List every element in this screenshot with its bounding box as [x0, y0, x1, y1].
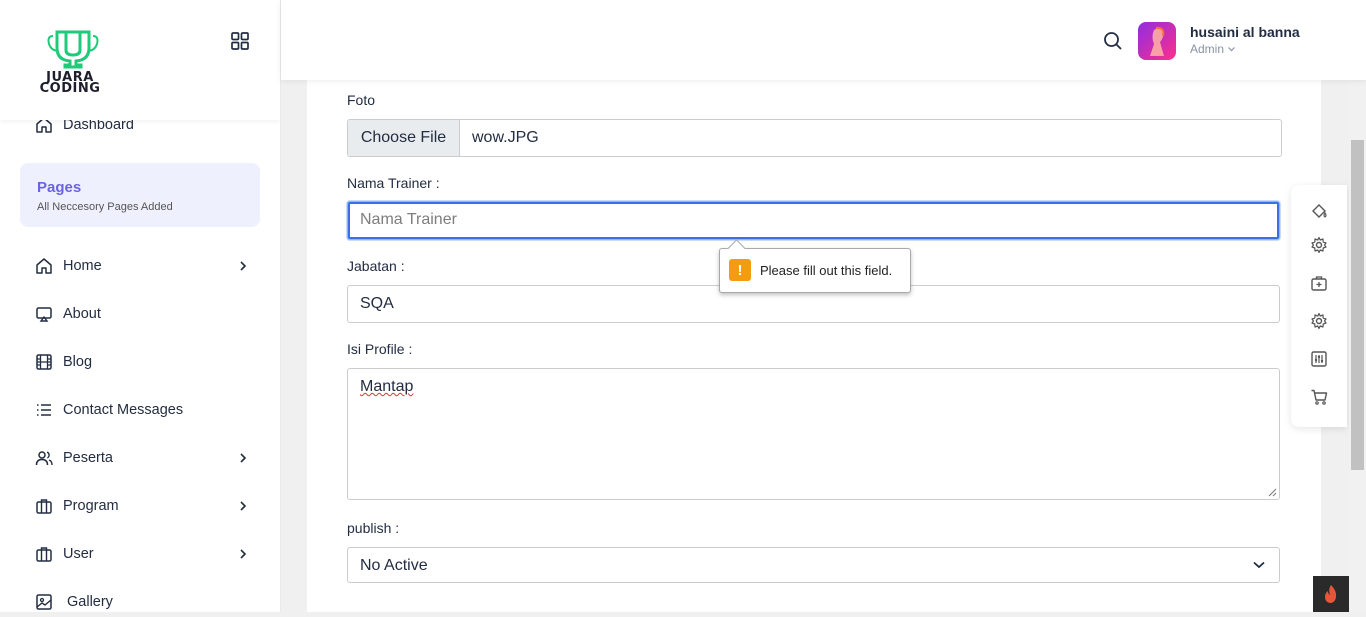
avatar[interactable]: [1138, 22, 1176, 60]
chevron-right-icon: [240, 261, 247, 271]
scrollbar-thumb[interactable]: [1351, 140, 1364, 470]
sidebar-item-program[interactable]: Program: [35, 494, 250, 518]
sidebar-item-label: Home: [63, 258, 102, 274]
sidebar-item-blog[interactable]: Blog: [35, 350, 250, 374]
foto-file-input[interactable]: Choose File wow.JPG: [347, 119, 1282, 157]
sliders-icon[interactable]: [1310, 350, 1328, 368]
form-card: [307, 80, 1321, 612]
validation-message: Please fill out this field.: [760, 263, 893, 278]
user-role-dropdown[interactable]: Admin: [1190, 42, 1236, 56]
briefcase-plus-icon[interactable]: [1310, 274, 1328, 292]
user-role-label: Admin: [1190, 42, 1225, 56]
file-name: wow.JPG: [472, 129, 539, 146]
nama-trainer-placeholder: Nama Trainer: [360, 211, 457, 228]
image-icon: [36, 594, 52, 610]
isi-profile-textarea[interactable]: Mantap: [347, 368, 1280, 500]
users-icon: [35, 451, 53, 466]
nama-trainer-label: Nama Trainer :: [347, 175, 440, 191]
chevron-right-icon: [240, 501, 247, 511]
jabatan-value: SQA: [360, 295, 394, 312]
search-icon[interactable]: [1103, 31, 1123, 51]
warning-icon: !: [729, 259, 751, 281]
pages-section: Pages All Neccesory Pages Added: [20, 163, 260, 227]
sidebar-item-label: Blog: [63, 354, 93, 370]
cart-icon[interactable]: [1310, 388, 1328, 406]
publish-select[interactable]: No Active: [347, 547, 1280, 583]
chevron-down-icon: [1228, 47, 1236, 52]
right-settings-panel: [1291, 185, 1347, 427]
choose-file-button[interactable]: Choose File: [348, 120, 460, 156]
nama-trainer-input[interactable]: Nama Trainer: [347, 201, 1280, 240]
flame-button[interactable]: [1313, 576, 1349, 612]
sidebar-item-user[interactable]: User: [35, 542, 250, 566]
film-icon: [36, 354, 52, 370]
sidebar-item-home[interactable]: Home: [35, 254, 250, 278]
gear-icon[interactable]: [1310, 312, 1328, 330]
publish-value: No Active: [360, 557, 428, 574]
chevron-right-icon: [240, 453, 247, 463]
chevron-down-icon: [1253, 561, 1265, 569]
sidebar-item-about[interactable]: About: [35, 302, 250, 326]
foto-label: Foto: [347, 92, 376, 108]
pages-title: Pages: [37, 179, 82, 196]
sidebar-item-label: Peserta: [63, 450, 113, 466]
sidebar-item-contact-messages[interactable]: Contact Messages: [35, 398, 250, 422]
flame-icon: [1325, 585, 1337, 603]
logo-text: JUARA CODING: [33, 71, 107, 96]
briefcase-icon: [36, 547, 52, 562]
sidebar: JUARA CODING Dashboard Pages All Necceso…: [0, 0, 281, 612]
sidebar-item-label: User: [63, 546, 94, 562]
list-icon: [37, 404, 51, 416]
grid-icon[interactable]: [230, 31, 250, 51]
isi-profile-value: Mantap: [360, 378, 414, 395]
sidebar-item-label: About: [63, 306, 101, 322]
briefcase-icon: [36, 499, 52, 514]
gear-icon[interactable]: [1310, 236, 1328, 254]
logo-area: JUARA CODING: [0, 0, 280, 120]
sidebar-item-label: Contact Messages: [63, 402, 184, 418]
isi-profile-label: Isi Profile :: [347, 341, 413, 357]
top-navbar: husaini al banna Admin: [281, 0, 1366, 80]
pages-subtitle: All Neccesory Pages Added: [37, 201, 173, 213]
sidebar-item-label: Gallery: [67, 594, 113, 610]
publish-label: publish :: [347, 520, 400, 536]
user-name: husaini al banna: [1190, 24, 1300, 40]
paint-bucket-icon[interactable]: [1310, 202, 1328, 220]
avatar-image: [1150, 26, 1165, 56]
monitor-icon: [36, 307, 52, 322]
sidebar-item-gallery[interactable]: Gallery: [35, 590, 250, 612]
sidebar-item-peserta[interactable]: Peserta: [35, 446, 250, 470]
sidebar-item-label: Program: [63, 498, 119, 514]
jabatan-label: Jabatan :: [347, 258, 405, 274]
logo-line-2: CODING: [39, 81, 101, 96]
resize-handle-icon[interactable]: [1268, 488, 1277, 497]
chevron-right-icon: [240, 549, 247, 559]
home-icon: [36, 258, 52, 274]
validation-tooltip: ! Please fill out this field.: [719, 239, 911, 293]
